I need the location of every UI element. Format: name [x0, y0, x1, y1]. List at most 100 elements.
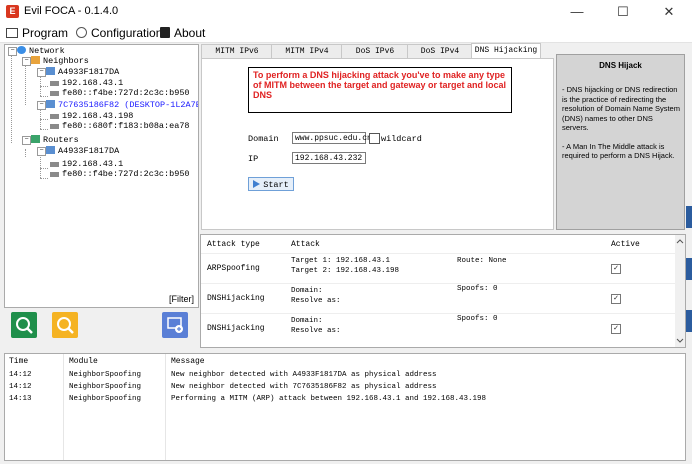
attack-row[interactable]: DNSHijacking Domain: Resolve as: Spoofs:…: [201, 313, 675, 343]
add-computer-icon: [167, 317, 183, 333]
menu-configuration[interactable]: Configuration: [76, 25, 162, 41]
col-module: Module: [69, 357, 98, 366]
tree-node-router1-ipv4[interactable]: 192.168.43.1: [50, 159, 123, 169]
attack-detail-line: Target 1: 192.168.43.1: [291, 257, 391, 265]
menu-program[interactable]: Program: [6, 25, 68, 41]
ip-input[interactable]: 192.168.43.232: [292, 152, 366, 164]
expand-router1-toggle[interactable]: −: [37, 147, 46, 156]
log-module: NeighborSpoofing: [69, 383, 142, 391]
log-module: NeighborSpoofing: [69, 395, 142, 403]
attack-row[interactable]: ARPSpoofing Target 1: 192.168.43.1 Targe…: [201, 253, 675, 283]
log-row[interactable]: 14:12 NeighborSpoofing New neighbor dete…: [5, 370, 685, 381]
start-button[interactable]: Start: [248, 177, 294, 191]
gear-icon: [76, 27, 87, 38]
dns-warning-text: To perform a DNS hijacking attack you've…: [248, 67, 512, 113]
log-table: Time Module Message 14:12 NeighborSpoofi…: [4, 353, 686, 461]
log-row[interactable]: 14:13 NeighborSpoofing Performing a MITM…: [5, 394, 685, 405]
tree-node-routers[interactable]: Routers: [31, 135, 79, 145]
scan-options-button[interactable]: [52, 312, 78, 338]
menu-about-label: About: [174, 26, 206, 40]
title-bar: E Evil FOCA - 0.1.4.0 — ☐ ✕: [0, 0, 692, 23]
tab-dos-ipv6[interactable]: DoS IPv6: [341, 44, 409, 58]
attack-type-cell: ARPSpoofing: [207, 264, 260, 273]
tree-node-host1-ipv4[interactable]: 192.168.43.1: [50, 78, 123, 88]
info-title: DNS Hijack: [599, 61, 642, 70]
log-message: New neighbor detected with A4933F1817DA …: [171, 371, 437, 379]
magnifier-icon: [16, 317, 33, 334]
tree-node-host2[interactable]: 7C7635186F82 (DESKTOP-1L2A7B1): [46, 100, 198, 110]
tree-node-host1[interactable]: A4933F1817DA: [46, 67, 119, 77]
domain-label: Domain: [248, 134, 279, 144]
log-module: NeighborSpoofing: [69, 371, 142, 379]
active-checkbox[interactable]: ✓: [611, 264, 621, 274]
dns-hijacking-panel: To perform a DNS hijacking attack you've…: [201, 58, 554, 230]
tree-node-neighbors[interactable]: Neighbors: [31, 56, 89, 66]
attack-type-cell: DNSHijacking: [207, 324, 265, 333]
tab-dos-ipv4[interactable]: DoS IPv4: [407, 44, 473, 58]
filter-button[interactable]: [Filter]: [169, 294, 194, 304]
attack-detail-line: Target 2: 192.168.43.198: [291, 267, 400, 275]
menu-about[interactable]: About: [160, 25, 205, 41]
menu-bar: Program Configuration About: [0, 23, 692, 43]
maximize-button[interactable]: ☐: [600, 0, 646, 23]
filter-bar: [Filter]: [4, 293, 199, 308]
attack-detail-line: Domain:: [291, 287, 323, 295]
menu-program-label: Program: [22, 26, 69, 40]
info-body: - DNS hijacking or DNS redirection is th…: [562, 85, 680, 161]
tree-node-host2-ipv6[interactable]: fe80::680f:f183:b08a:ea78: [50, 121, 190, 131]
tree-node-host2-ipv4[interactable]: 192.168.43.198: [50, 111, 133, 121]
tree-node-network[interactable]: Network: [17, 46, 65, 56]
attack-row[interactable]: DNSHijacking Domain: Resolve as: Spoofs:…: [201, 283, 675, 313]
network-card-icon: [50, 124, 59, 129]
computer-icon: [46, 100, 55, 108]
attack-extra: Spoofs: 0: [457, 315, 498, 323]
minimize-button[interactable]: —: [554, 0, 600, 23]
domain-input[interactable]: www.ppsuc.edu.cn: [292, 132, 372, 144]
side-accent: [686, 310, 692, 332]
tab-mitm-ipv4[interactable]: MITM IPv4: [271, 44, 343, 58]
computer-icon: [46, 146, 55, 154]
tab-mitm-ipv6[interactable]: MITM IPv6: [201, 44, 273, 58]
add-host-button[interactable]: [162, 312, 188, 338]
active-checkbox[interactable]: ✓: [611, 294, 621, 304]
expand-routers-toggle[interactable]: −: [22, 136, 31, 145]
expand-node2-toggle[interactable]: −: [37, 101, 46, 110]
attack-detail-line: Resolve as:: [291, 327, 341, 335]
attack-type-cell: DNSHijacking: [207, 294, 265, 303]
col-attack: Attack: [291, 240, 320, 249]
tree-node-router1-ipv6[interactable]: fe80::f4be:727d:2c3c:b950: [50, 169, 190, 179]
attack-extra: Spoofs: 0: [457, 285, 498, 293]
attack-detail-line: Resolve as:: [291, 297, 341, 305]
log-row[interactable]: 14:12 NeighborSpoofing New neighbor dete…: [5, 382, 685, 393]
wildcard-checkbox[interactable]: [369, 133, 380, 144]
network-tree: − Network − Neighbors − A4933F1817DA 192…: [4, 44, 199, 295]
active-checkbox[interactable]: ✓: [611, 324, 621, 334]
info-paragraph-1: - DNS hijacking or DNS redirection is th…: [562, 85, 680, 132]
attacks-scrollbar[interactable]: [675, 235, 685, 347]
log-time: 14:12: [9, 383, 32, 391]
expand-neighbors-toggle[interactable]: −: [22, 57, 31, 66]
info-panel: DNS Hijack - DNS hijacking or DNS redire…: [556, 54, 685, 230]
scroll-arrows-icon: [676, 239, 684, 343]
log-message: Performing a MITM (ARP) attack between 1…: [171, 395, 487, 403]
expand-network-toggle[interactable]: −: [8, 47, 17, 56]
log-message: New neighbor detected with 7C7635186F82 …: [171, 383, 437, 391]
wildcard-label: wildcard: [381, 134, 422, 144]
side-accent: [686, 258, 692, 280]
tab-dns-hijacking[interactable]: DNS Hijacking: [471, 43, 541, 59]
program-icon: [6, 28, 18, 38]
globe-icon: [17, 46, 26, 54]
start-label: Start: [263, 180, 289, 190]
help-book-icon: [160, 27, 170, 38]
start-scan-button[interactable]: [11, 312, 37, 338]
expand-node1-toggle[interactable]: −: [37, 68, 46, 77]
close-button[interactable]: ✕: [646, 0, 692, 23]
attack-tabs: MITM IPv6 MITM IPv4 DoS IPv6 DoS IPv4 DN…: [201, 43, 552, 59]
app-icon: E: [6, 5, 19, 18]
house-icon: [31, 56, 40, 64]
tree-node-host1-ipv6[interactable]: fe80::f4be:727d:2c3c:b950: [50, 88, 190, 98]
magnifier-icon: [57, 317, 74, 334]
tree-node-router1[interactable]: A4933F1817DA: [46, 146, 119, 156]
network-card-icon: [50, 114, 59, 119]
attack-detail-line: Domain:: [291, 317, 323, 325]
